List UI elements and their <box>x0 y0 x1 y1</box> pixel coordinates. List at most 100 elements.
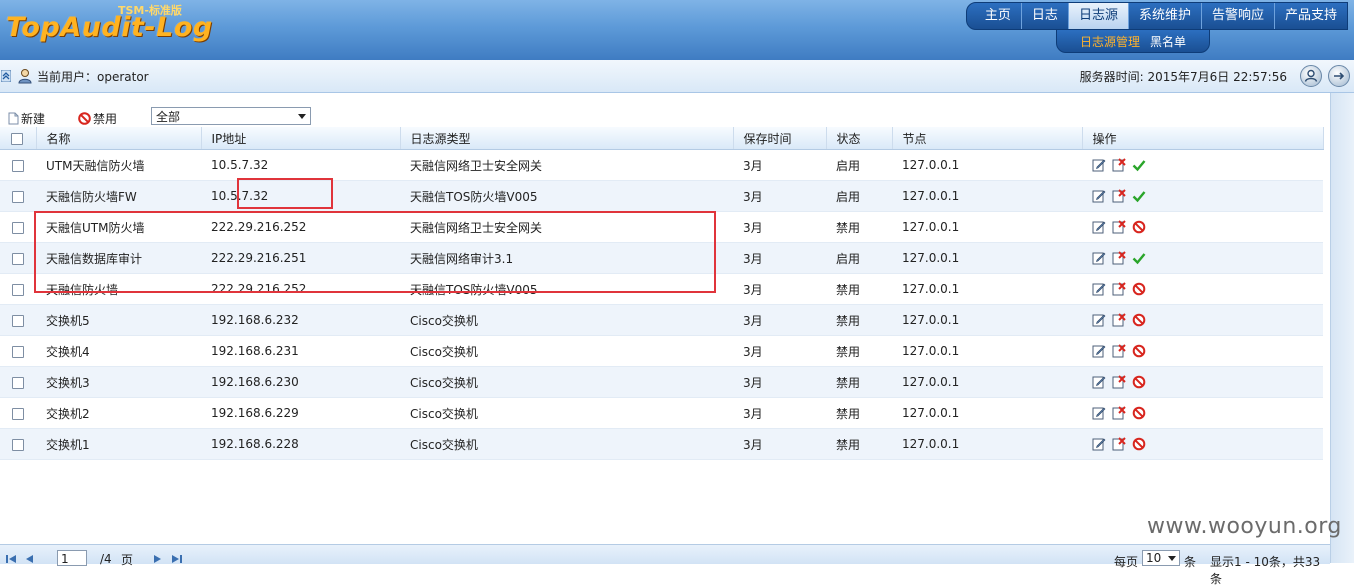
pagination-bar: 1 /4 页 每页 10 条 显示1 - 10条，共33条 <box>0 544 1330 586</box>
cell-status: 禁用 <box>826 397 892 429</box>
table-row[interactable]: 交换机5 192.168.6.232 Cisco交换机 3月 禁用 127.0.0.1 <box>0 304 1323 336</box>
cell-retention: 3月 <box>733 335 826 367</box>
nav-item-0[interactable]: 主页 <box>975 3 1022 29</box>
delete-icon[interactable] <box>1112 251 1126 265</box>
cell-name: 交换机2 <box>36 397 201 429</box>
edit-icon[interactable] <box>1092 313 1106 327</box>
enabled-check-icon[interactable] <box>1132 189 1146 203</box>
nav-item-4[interactable]: 告警响应 <box>1202 3 1275 29</box>
delete-icon[interactable] <box>1112 437 1126 451</box>
user-profile-button[interactable] <box>1300 65 1322 87</box>
enabled-check-icon[interactable] <box>1132 158 1146 172</box>
edit-icon[interactable] <box>1092 406 1106 420</box>
table-row[interactable]: 天融信UTM防火墙 222.29.216.252 天融信网络卫士安全网关 3月 禁用 12… <box>0 211 1323 243</box>
row-checkbox[interactable] <box>11 438 24 451</box>
edit-icon[interactable] <box>1092 251 1106 265</box>
edit-icon[interactable] <box>1092 375 1106 389</box>
table-row[interactable]: 交换机3 192.168.6.230 Cisco交换机 3月 禁用 127.0.0.1 <box>0 366 1323 398</box>
edit-icon[interactable] <box>1092 220 1106 234</box>
row-checkbox[interactable] <box>11 221 24 234</box>
edit-icon[interactable] <box>1092 282 1106 296</box>
new-button[interactable]: 新建 <box>8 110 45 127</box>
table-row[interactable]: 天融信防火墙 222.29.216.252 天融信TOS防火墙V005 3月 禁用 127… <box>0 273 1323 305</box>
edit-icon[interactable] <box>1092 189 1106 203</box>
column-header-4[interactable]: 状态 <box>826 127 893 150</box>
row-checkbox[interactable] <box>11 283 24 296</box>
cell-retention: 3月 <box>733 242 826 274</box>
server-time: 服务器时间: 2015年7月6日 22:57:56 <box>1079 70 1287 84</box>
app-logo: TopAudit-Log <box>6 12 213 43</box>
column-header-2[interactable]: 日志源类型 <box>400 127 734 150</box>
disabled-icon[interactable] <box>1132 220 1146 234</box>
row-checkbox[interactable] <box>11 252 24 265</box>
status-filter-select[interactable]: 全部 <box>151 107 311 125</box>
new-document-icon <box>8 112 19 125</box>
disabled-icon[interactable] <box>1132 406 1146 420</box>
column-header-6[interactable]: 操作 <box>1082 127 1324 150</box>
select-all-checkbox[interactable] <box>11 132 24 145</box>
nav-item-5[interactable]: 产品支持 <box>1275 3 1347 29</box>
delete-icon[interactable] <box>1112 189 1126 203</box>
cell-status: 启用 <box>826 149 892 181</box>
nav-item-2[interactable]: 日志源 <box>1068 3 1129 29</box>
column-header-5[interactable]: 节点 <box>892 127 1083 150</box>
vertical-scrollbar[interactable] <box>1330 93 1354 563</box>
table-row[interactable]: 交换机2 192.168.6.229 Cisco交换机 3月 禁用 127.0.0.1 <box>0 397 1323 429</box>
disabled-icon[interactable] <box>1132 375 1146 389</box>
delete-icon[interactable] <box>1112 375 1126 389</box>
per-page-select[interactable]: 10 <box>1142 550 1180 566</box>
row-checkbox[interactable] <box>11 376 24 389</box>
cell-status: 禁用 <box>826 211 892 243</box>
row-checkbox[interactable] <box>11 407 24 420</box>
row-checkbox[interactable] <box>11 314 24 327</box>
column-header-0[interactable]: 名称 <box>36 127 202 150</box>
collapse-up-icon[interactable] <box>1 70 11 82</box>
edit-icon[interactable] <box>1092 437 1106 451</box>
table-row[interactable]: 天融信防火墙FW 10.5.7.32 天融信TOS防火墙V005 3月 启用 127.0.… <box>0 180 1323 212</box>
cell-status: 禁用 <box>826 273 892 305</box>
log-source-table: 名称 IP地址 日志源类型 保存时间 状态 节点 操作 UTM天融信防火墙 10.5.7.32… <box>0 127 1324 460</box>
row-checkbox[interactable] <box>11 345 24 358</box>
edit-icon[interactable] <box>1092 158 1106 172</box>
disabled-icon[interactable] <box>1132 437 1146 451</box>
delete-icon[interactable] <box>1112 220 1126 234</box>
cell-status: 禁用 <box>826 366 892 398</box>
page-number-input[interactable]: 1 <box>57 550 87 566</box>
row-checkbox[interactable] <box>11 159 24 172</box>
cell-actions <box>1082 180 1323 212</box>
disabled-icon[interactable] <box>1132 282 1146 296</box>
table-row[interactable]: UTM天融信防火墙 10.5.7.32 天融信网络卫士安全网关 3月 启用 127.0.0… <box>0 149 1323 181</box>
delete-icon[interactable] <box>1112 313 1126 327</box>
chevron-down-icon <box>298 114 306 119</box>
disable-button[interactable]: 禁用 <box>78 110 117 127</box>
column-header-1[interactable]: IP地址 <box>201 127 401 150</box>
subnav-item-0[interactable]: 日志源管理 <box>1080 33 1140 50</box>
cell-node: 127.0.0.1 <box>892 397 1082 429</box>
cell-ip: 10.5.7.32 <box>201 180 400 212</box>
logout-button[interactable] <box>1328 65 1350 87</box>
nav-item-1[interactable]: 日志 <box>1022 3 1069 29</box>
table-row[interactable]: 交换机4 192.168.6.231 Cisco交换机 3月 禁用 127.0.0.1 <box>0 335 1323 367</box>
table-row[interactable]: 交换机1 192.168.6.228 Cisco交换机 3月 禁用 127.0.0.1 <box>0 428 1323 460</box>
enabled-check-icon[interactable] <box>1132 251 1146 265</box>
subnav-item-1[interactable]: 黑名单 <box>1150 33 1186 50</box>
delete-icon[interactable] <box>1112 406 1126 420</box>
edit-icon[interactable] <box>1092 344 1106 358</box>
row-checkbox[interactable] <box>11 190 24 203</box>
table-row[interactable]: 天融信数据库审计 222.29.216.251 天融信网络审计3.1 3月 启用 127.… <box>0 242 1323 274</box>
per-page-suffix: 条 <box>1184 555 1197 569</box>
row-select-cell <box>0 180 36 212</box>
cell-node: 127.0.0.1 <box>892 335 1082 367</box>
nav-item-3[interactable]: 系统维护 <box>1129 3 1202 29</box>
cell-actions <box>1082 366 1323 398</box>
cell-status: 禁用 <box>826 335 892 367</box>
delete-icon[interactable] <box>1112 158 1126 172</box>
cell-retention: 3月 <box>733 149 826 181</box>
disabled-icon[interactable] <box>1132 344 1146 358</box>
disabled-icon[interactable] <box>1132 313 1146 327</box>
column-header-3[interactable]: 保存时间 <box>733 127 827 150</box>
row-select-cell <box>0 304 36 336</box>
delete-icon[interactable] <box>1112 282 1126 296</box>
delete-icon[interactable] <box>1112 344 1126 358</box>
cell-node: 127.0.0.1 <box>892 428 1082 460</box>
